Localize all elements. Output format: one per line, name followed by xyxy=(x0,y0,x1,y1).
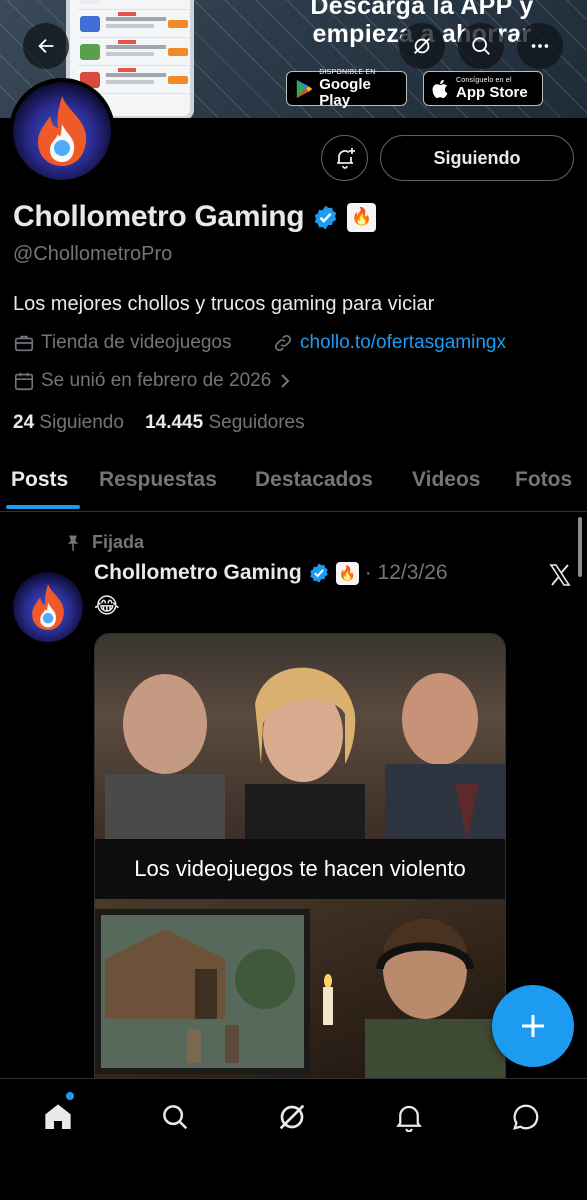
link-icon xyxy=(274,334,292,352)
post-header: Chollometro Gaming 🔥 · 12/3/26 xyxy=(94,561,448,585)
app-store-big-text: App Store xyxy=(456,83,528,101)
tab-replies[interactable]: Respuestas xyxy=(99,468,217,492)
profile-name-row: Chollometro Gaming 🔥 xyxy=(13,200,377,234)
following-count: 24 xyxy=(13,412,35,433)
profile-tabs: Posts Respuestas Destacados Videos Fotos xyxy=(0,460,587,512)
profile-link-text[interactable]: chollo.to/ofertasgamingx xyxy=(300,332,506,354)
plus-icon xyxy=(522,1015,544,1037)
search-icon xyxy=(472,37,490,55)
tab-photos[interactable]: Fotos xyxy=(515,468,572,492)
post-date[interactable]: · 12/3/26 xyxy=(365,561,448,585)
more-button[interactable] xyxy=(517,23,563,69)
profile-link[interactable]: chollo.to/ofertasgamingx xyxy=(272,332,506,354)
google-play-icon xyxy=(296,79,313,98)
tab-videos[interactable]: Videos xyxy=(412,468,480,492)
messages-icon xyxy=(513,1104,539,1130)
grok-icon xyxy=(414,38,430,54)
home-notification-dot xyxy=(66,1092,74,1100)
affiliate-badge-emoji: 🔥 xyxy=(351,207,373,226)
flame-logo-icon xyxy=(38,96,87,166)
following-label: Siguiendo xyxy=(39,412,124,433)
nav-search[interactable] xyxy=(155,1097,195,1137)
post-media-image[interactable]: Los videojuegos te hacen violento xyxy=(94,633,506,1093)
back-arrow-icon xyxy=(38,38,54,54)
followers-stat[interactable]: 14.445 Seguidores xyxy=(145,412,305,433)
grok-button[interactable] xyxy=(399,23,445,69)
post-author-name[interactable]: Chollometro Gaming xyxy=(94,561,302,585)
google-play-badge[interactable]: DISPONIBLE EN Google Play xyxy=(286,69,407,109)
affiliate-badge-emoji: 🔥 xyxy=(338,564,356,581)
bottom-navigation xyxy=(0,1078,587,1200)
profile-joined-text: Se unió en febrero de 2026 xyxy=(41,370,272,391)
affiliate-badge[interactable]: 🔥 xyxy=(347,202,377,232)
media-gamer-scene xyxy=(95,899,505,1092)
nav-messages[interactable] xyxy=(506,1097,546,1137)
media-angry-people-scene xyxy=(95,634,505,844)
compose-post-button[interactable] xyxy=(492,985,574,1067)
profile-category: Tienda de videojuegos xyxy=(13,332,232,354)
following-button[interactable]: Siguiendo xyxy=(380,135,574,181)
search-button[interactable] xyxy=(458,23,504,69)
followers-count: 14.445 xyxy=(145,412,204,433)
briefcase-icon xyxy=(14,335,34,352)
tab-posts[interactable]: Posts xyxy=(11,468,68,492)
profile-name: Chollometro Gaming xyxy=(13,200,305,233)
profile-avatar[interactable] xyxy=(9,78,115,184)
media-caption: Los videojuegos te hacen violento xyxy=(95,839,505,899)
pin-icon xyxy=(67,535,79,551)
verified-badge-icon xyxy=(309,563,328,583)
app-store-badge[interactable]: Consíguelo en el App Store xyxy=(423,71,543,106)
notifications-subscribe-button[interactable] xyxy=(321,135,368,181)
flame-logo-icon xyxy=(32,584,64,630)
nav-notifications[interactable] xyxy=(389,1097,429,1137)
back-button[interactable] xyxy=(23,23,69,69)
pinned-label: Fijada xyxy=(92,532,145,552)
apple-icon xyxy=(432,79,448,98)
tab-highlights[interactable]: Destacados xyxy=(255,468,373,492)
post-author-avatar[interactable] xyxy=(13,572,83,642)
profile-joined[interactable]: Se unió en febrero de 2026 xyxy=(13,370,293,392)
nav-grok[interactable] xyxy=(272,1097,312,1137)
notifications-icon xyxy=(396,1105,422,1132)
nav-home[interactable] xyxy=(38,1097,78,1137)
active-tab-indicator xyxy=(6,505,80,509)
chevron-right-icon xyxy=(281,374,290,388)
following-stat[interactable]: 24 Siguiendo xyxy=(13,412,124,433)
profile-handle: @ChollometroPro xyxy=(13,243,173,265)
google-play-big-text: Google Play xyxy=(319,75,371,109)
affiliate-badge: 🔥 xyxy=(335,561,359,585)
scrollbar[interactable] xyxy=(578,517,582,577)
search-icon xyxy=(163,1105,188,1130)
more-icon xyxy=(531,44,549,48)
profile-stats: 24 Siguiendo 14.445 Seguidores xyxy=(13,412,305,434)
x-logo-icon xyxy=(548,563,572,592)
profile-category-text: Tienda de videojuegos xyxy=(41,332,232,353)
post-text: 😂 xyxy=(94,593,120,618)
grok-icon xyxy=(279,1104,305,1130)
pinned-indicator: Fijada xyxy=(64,532,144,553)
verified-badge-icon[interactable] xyxy=(312,204,339,231)
home-icon xyxy=(45,1104,71,1129)
calendar-icon xyxy=(14,372,34,391)
profile-bio: Los mejores chollos y trucos gaming para… xyxy=(13,293,435,315)
followers-label: Seguidores xyxy=(208,412,305,433)
bell-plus-icon xyxy=(336,148,355,169)
